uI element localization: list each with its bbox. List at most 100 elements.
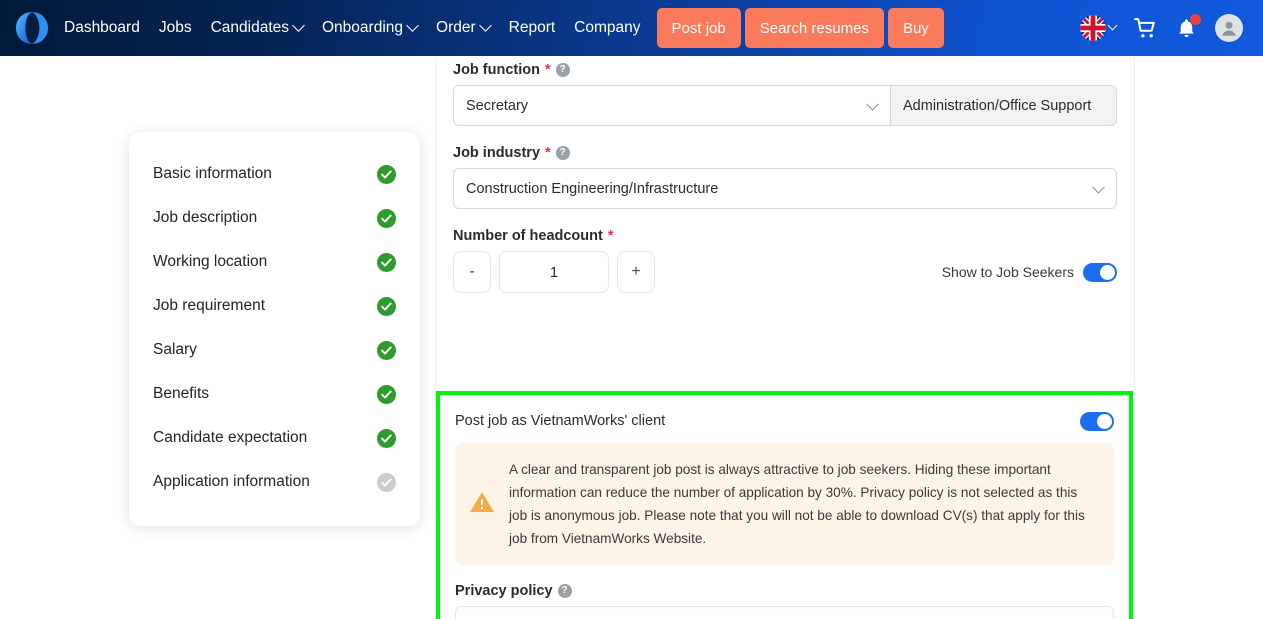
privacy-policy-select[interactable]: Please select <box>455 606 1114 619</box>
post-job-button[interactable]: Post job <box>656 8 741 48</box>
check-circle-icon <box>377 428 396 448</box>
anonymous-warning-text: A clear and transparent job post is alwa… <box>509 462 1085 546</box>
nav-link-label: Onboarding <box>322 19 404 36</box>
show-to-job-seekers-row: Show to Job Seekers <box>941 262 1117 282</box>
bell-icon[interactable] <box>1175 13 1201 40</box>
anonymous-warning-notice: A clear and transparent job post is alwa… <box>455 443 1114 565</box>
headcount-label: Number of headcount * <box>453 228 1117 244</box>
post-as-client-row: Post job as VietnamWorks' client <box>455 405 1114 437</box>
nav-link-report[interactable]: Report <box>509 19 556 37</box>
sidebar-item-job-description[interactable]: Job description <box>153 196 396 240</box>
job-industry-field: Job industry * ? Construction Engineerin… <box>453 145 1117 209</box>
headcount-row: - + Show to Job Seekers <box>453 251 1117 293</box>
step-label: Benefits <box>153 385 210 402</box>
sidebar-item-working-location[interactable]: Working location <box>153 240 396 284</box>
quantity-stepper: - + <box>453 251 655 293</box>
nav-link-candidates[interactable]: Candidates <box>210 18 305 37</box>
chevron-down-icon <box>1092 180 1105 194</box>
job-industry-value: Construction Engineering/Infrastructure <box>466 180 719 197</box>
nav-link-onboarding[interactable]: Onboarding <box>322 18 419 37</box>
search-resumes-button[interactable]: Search resumes <box>744 8 884 48</box>
sidebar-item-candidate-expectation[interactable]: Candidate expectation <box>153 416 396 460</box>
top-navbar: Dashboard Jobs Candidates Onboarding Ord… <box>0 0 1263 56</box>
job-function-row: Secretary Administration/Office Support <box>453 85 1117 126</box>
nav-link-label: Dashboard <box>64 19 140 36</box>
check-circle-icon <box>377 296 396 316</box>
check-circle-icon <box>377 472 396 492</box>
nav-link-jobs[interactable]: Jobs <box>159 19 192 37</box>
headcount-increment-button[interactable]: + <box>617 251 655 293</box>
label-text: Job industry <box>453 145 541 161</box>
user-avatar-icon[interactable] <box>1215 14 1243 42</box>
job-function-label: Job function * ? <box>453 62 1117 78</box>
job-function-value: Secretary <box>466 97 529 114</box>
chevron-down-icon <box>406 18 419 32</box>
anonymous-job-section: Post job as VietnamWorks' client A clear… <box>436 391 1133 619</box>
required-marker: * <box>545 145 551 161</box>
headcount-decrement-button[interactable]: - <box>453 251 491 293</box>
job-function-select[interactable]: Secretary <box>453 85 891 126</box>
nav-links: Dashboard Jobs Candidates Onboarding Ord… <box>64 18 641 37</box>
headcount-field: Number of headcount * - + Show to Job Se… <box>453 228 1117 293</box>
sidebar-item-benefits[interactable]: Benefits <box>153 372 396 416</box>
job-industry-label: Job industry * ? <box>453 145 1117 161</box>
check-circle-icon <box>377 340 396 360</box>
sidebar-item-basic-information[interactable]: Basic information <box>153 152 396 196</box>
sidebar-item-salary[interactable]: Salary <box>153 328 396 372</box>
headcount-input[interactable] <box>499 251 609 293</box>
check-circle-icon <box>377 384 396 404</box>
step-label: Application information <box>153 473 310 490</box>
chevron-down-icon <box>292 18 305 32</box>
job-industry-select[interactable]: Construction Engineering/Infrastructure <box>453 168 1117 209</box>
job-post-steps-card: Basic information Job description Workin… <box>129 132 420 526</box>
required-marker: * <box>545 62 551 78</box>
label-text: Number of headcount <box>453 228 603 244</box>
language-selector[interactable] <box>1080 15 1118 41</box>
nav-link-order[interactable]: Order <box>436 18 492 37</box>
vietnamworks-logo-icon[interactable] <box>12 8 52 48</box>
label-text: Privacy policy <box>455 583 553 599</box>
chevron-down-icon <box>1107 20 1118 30</box>
step-label: Job description <box>153 209 258 226</box>
question-mark-icon[interactable]: ? <box>557 584 572 598</box>
step-label: Candidate expectation <box>153 429 308 446</box>
nav-link-label: Candidates <box>210 19 289 36</box>
nav-link-company[interactable]: Company <box>574 19 640 37</box>
step-label: Working location <box>153 253 268 270</box>
privacy-policy-label: Privacy policy ? <box>455 583 1114 599</box>
step-label: Basic information <box>153 165 272 182</box>
nav-link-label: Order <box>436 19 476 36</box>
check-circle-icon <box>377 164 396 184</box>
job-function-category: Administration/Office Support <box>891 85 1117 126</box>
label-text: Job function <box>453 62 540 78</box>
post-as-client-label: Post job as VietnamWorks' client <box>455 413 666 429</box>
nav-cta-group: Post job Search resumes Buy <box>656 8 944 48</box>
check-circle-icon <box>377 252 396 272</box>
step-label: Job requirement <box>153 297 266 314</box>
nav-link-label: Jobs <box>158 19 192 36</box>
buy-button[interactable]: Buy <box>887 8 944 48</box>
sidebar-item-job-requirement[interactable]: Job requirement <box>153 284 396 328</box>
job-function-field: Job function * ? Secretary Administratio… <box>453 62 1117 126</box>
toggle-knob <box>1097 413 1112 429</box>
check-circle-icon <box>377 208 396 228</box>
post-as-client-toggle[interactable] <box>1080 411 1114 431</box>
show-to-job-seekers-toggle[interactable] <box>1083 262 1117 282</box>
question-mark-icon[interactable]: ? <box>555 63 570 77</box>
warning-triangle-icon <box>469 490 495 519</box>
cart-icon[interactable] <box>1133 16 1158 41</box>
page-body: Basic information Job description Workin… <box>0 56 1263 619</box>
uk-flag-icon <box>1080 15 1106 41</box>
required-marker: * <box>607 228 614 244</box>
sidebar-item-application-information[interactable]: Application information <box>153 460 396 504</box>
show-to-job-seekers-label: Show to Job Seekers <box>941 264 1074 280</box>
question-mark-icon[interactable]: ? <box>555 146 570 160</box>
step-label: Salary <box>153 341 197 358</box>
chevron-down-icon <box>478 18 492 32</box>
nav-link-dashboard[interactable]: Dashboard <box>64 19 140 37</box>
privacy-policy-field: Privacy policy ? Please select <box>455 583 1114 619</box>
nav-link-label: Company <box>574 19 641 36</box>
notification-badge <box>1190 13 1201 25</box>
nav-link-label: Report <box>508 19 556 36</box>
toggle-knob <box>1100 264 1115 280</box>
